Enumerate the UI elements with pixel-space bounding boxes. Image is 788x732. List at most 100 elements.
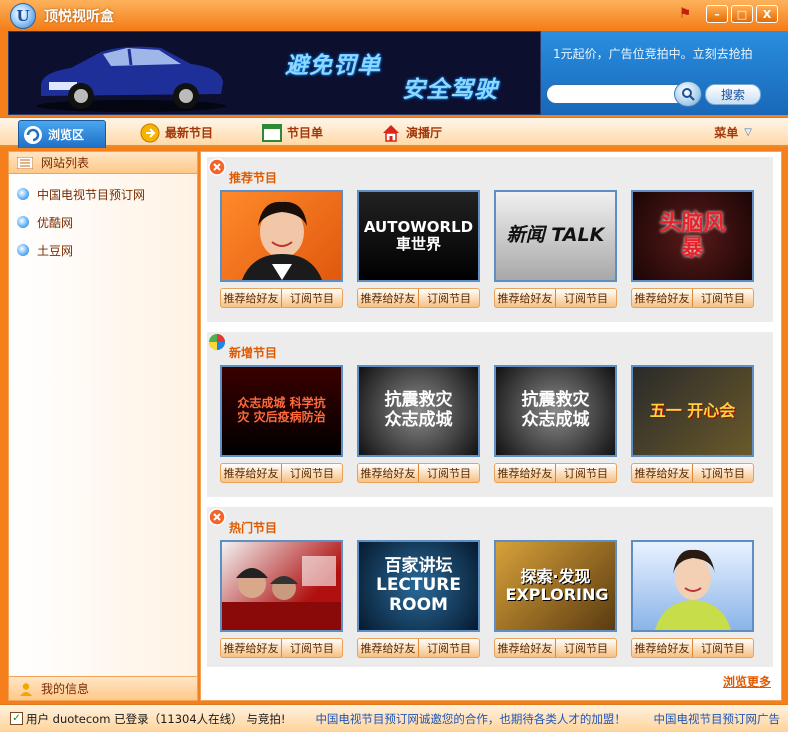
close-button[interactable]: X [756, 5, 778, 23]
title-bar: U 顶悦视听盒 ⚑ – □ X [0, 0, 788, 31]
recommend-button[interactable]: 推荐给好友 [632, 289, 692, 307]
car-image [36, 46, 226, 112]
program-thumbnail[interactable]: 头脑风暴 [631, 190, 754, 282]
login-checkbox[interactable]: ✓ [10, 712, 23, 725]
subscribe-button[interactable]: 订阅节目 [281, 464, 342, 482]
ad-notice-link[interactable]: 中国电视节目预订网广告 [654, 711, 781, 727]
subscribe-button[interactable]: 订阅节目 [281, 639, 342, 657]
subscribe-button[interactable]: 订阅节目 [418, 289, 479, 307]
browse-more-link[interactable]: 浏览更多 [723, 673, 771, 690]
menu-label: 菜单 [714, 126, 739, 140]
program-card: 抗震救灾 众志成城 推荐给好友 订阅节目 [494, 365, 617, 487]
program-thumbnail[interactable]: 众志成城 科学抗灾 灾后疫病防治 [220, 365, 343, 457]
card-actions: 推荐给好友 订阅节目 [220, 288, 343, 308]
program-thumbnail[interactable]: 五一 开心会 [631, 365, 754, 457]
subscribe-button[interactable]: 订阅节目 [418, 639, 479, 657]
subscribe-button[interactable]: 订阅节目 [281, 289, 342, 307]
thumbnail-caption: 五一 开心会 [649, 400, 736, 420]
my-info-button[interactable]: 我的信息 [9, 676, 197, 700]
user-icon [20, 682, 32, 696]
tab-studio[interactable]: 演播厅 [381, 118, 442, 147]
minimize-button[interactable]: – [706, 5, 728, 23]
maximize-button[interactable]: □ [731, 5, 753, 23]
thumbnail-caption: 探索·发现 EXPLORING [505, 566, 609, 604]
tab-browse[interactable]: 浏览区 [18, 120, 106, 148]
recommend-button[interactable]: 推荐给好友 [358, 464, 418, 482]
banner-slogan-2: 安全驾驶 [402, 77, 498, 103]
scrolling-message[interactable]: 中国电视节目预订网诚邀您的合作，也期待各类人才的加盟！ [315, 711, 626, 727]
tab-schedule[interactable]: 节目单 [262, 118, 323, 147]
search-input[interactable] [546, 84, 694, 104]
subscribe-button[interactable]: 订阅节目 [555, 464, 616, 482]
menu-dropdown[interactable]: 菜单 ▽ [714, 118, 752, 147]
section-recommended: 推荐节目 推荐给好友 订阅节目 AUTOWORLD 車世界 推荐给好友 订阅节目… [207, 157, 773, 322]
recommend-button[interactable]: 推荐给好友 [221, 289, 281, 307]
card-actions: 推荐给好友 订阅节目 [631, 288, 754, 308]
tab-schedule-label: 节目单 [287, 126, 324, 140]
program-thumbnail[interactable] [220, 190, 343, 282]
program-thumbnail[interactable]: 抗震救灾 众志成城 [357, 365, 480, 457]
card-actions: 推荐给好友 订阅节目 [494, 463, 617, 483]
recommend-button[interactable]: 推荐给好友 [495, 289, 555, 307]
banner-ad[interactable]: 避免罚单 安全驾驶 [8, 31, 541, 115]
section-title: 推荐节目 [229, 171, 278, 185]
subscribe-button[interactable]: 订阅节目 [692, 464, 753, 482]
program-thumbnail[interactable]: 探索·发现 EXPLORING [494, 540, 617, 632]
sidebar-item-tudou[interactable]: 土豆网 [9, 236, 197, 264]
program-thumbnail[interactable]: 新闻 TALK [494, 190, 617, 282]
program-card: AUTOWORLD 車世界 推荐给好友 订阅节目 [357, 190, 480, 312]
recommend-button[interactable]: 推荐给好友 [632, 639, 692, 657]
subscribe-button[interactable]: 订阅节目 [418, 464, 479, 482]
program-card: 五一 开心会 推荐给好友 订阅节目 [631, 365, 754, 487]
program-card: 百家讲坛 LECTURE ROOM 推荐给好友 订阅节目 [357, 540, 480, 662]
site-bullet-icon [17, 216, 29, 228]
recommend-button[interactable]: 推荐给好友 [495, 464, 555, 482]
recommend-button[interactable]: 推荐给好友 [221, 639, 281, 657]
pin-icon[interactable]: ⚑ [675, 5, 695, 23]
section-new: 新增节目 众志成城 科学抗灾 灾后疫病防治 推荐给好友 订阅节目 抗震救灾 众志… [207, 332, 773, 497]
close-badge-icon[interactable] [208, 508, 226, 526]
sidebar-header[interactable]: 网站列表 [9, 152, 197, 174]
host-portrait-image [655, 549, 731, 630]
list-icon [17, 156, 33, 169]
login-status-text: 用户 duotecom 已登录（11304人在线） 与竞拍! [26, 711, 286, 726]
thumbnail-caption: 新闻 TALK [506, 224, 605, 247]
subscribe-button[interactable]: 订阅节目 [555, 289, 616, 307]
recommend-button[interactable]: 推荐给好友 [632, 464, 692, 482]
recommend-button[interactable]: 推荐给好友 [495, 639, 555, 657]
search-panel: 1元起价，广告位竞拍中。立刻去抢拍 搜索 [541, 31, 788, 115]
program-thumbnail[interactable]: 百家讲坛 LECTURE ROOM [357, 540, 480, 632]
card-actions: 推荐给好友 订阅节目 [220, 463, 343, 483]
tab-latest[interactable]: 最新节目 [140, 118, 213, 147]
sidebar-item-label: 优酷网 [37, 215, 74, 230]
recommend-button[interactable]: 推荐给好友 [358, 639, 418, 657]
card-actions: 推荐给好友 订阅节目 [494, 288, 617, 308]
program-card: 众志成城 科学抗灾 灾后疫病防治 推荐给好友 订阅节目 [220, 365, 343, 487]
subscribe-button[interactable]: 订阅节目 [555, 639, 616, 657]
thumbnail-caption: AUTOWORLD 車世界 [363, 217, 474, 253]
search-icon[interactable] [674, 81, 702, 107]
program-card: 抗震救灾 众志成城 推荐给好友 订阅节目 [357, 365, 480, 487]
program-thumbnail[interactable] [220, 540, 343, 632]
sidebar-item-youku[interactable]: 优酷网 [9, 208, 197, 236]
window-controls: ⚑ – □ X [675, 5, 778, 23]
banner-slogan-1: 避免罚单 [285, 53, 381, 79]
program-thumbnail[interactable]: 抗震救灾 众志成城 [494, 365, 617, 457]
recommend-button[interactable]: 推荐给好友 [358, 289, 418, 307]
program-thumbnail[interactable] [631, 540, 754, 632]
main-nav: 浏览区 最新节目 节目单 演播厅 菜单 ▽ [0, 117, 788, 148]
subscribe-button[interactable]: 订阅节目 [692, 639, 753, 657]
site-list: 中国电视节目预订网 优酷网 土豆网 [9, 174, 197, 264]
recommend-button[interactable]: 推荐给好友 [221, 464, 281, 482]
close-badge-icon[interactable] [208, 158, 226, 176]
search-button[interactable]: 搜索 [705, 84, 761, 105]
tab-browse-label: 浏览区 [48, 128, 85, 142]
program-thumbnail[interactable]: AUTOWORLD 車世界 [357, 190, 480, 282]
section-title: 新增节目 [229, 346, 278, 360]
window-title: 顶悦视听盒 [44, 8, 114, 25]
card-actions: 推荐给好友 订阅节目 [357, 638, 480, 658]
ad-auction-link[interactable]: 1元起价，广告位竞拍中。立刻去抢拍 [553, 45, 753, 62]
subscribe-button[interactable]: 订阅节目 [692, 289, 753, 307]
sidebar-item-tv-guide[interactable]: 中国电视节目预订网 [9, 180, 197, 208]
card-actions: 推荐给好友 订阅节目 [357, 463, 480, 483]
